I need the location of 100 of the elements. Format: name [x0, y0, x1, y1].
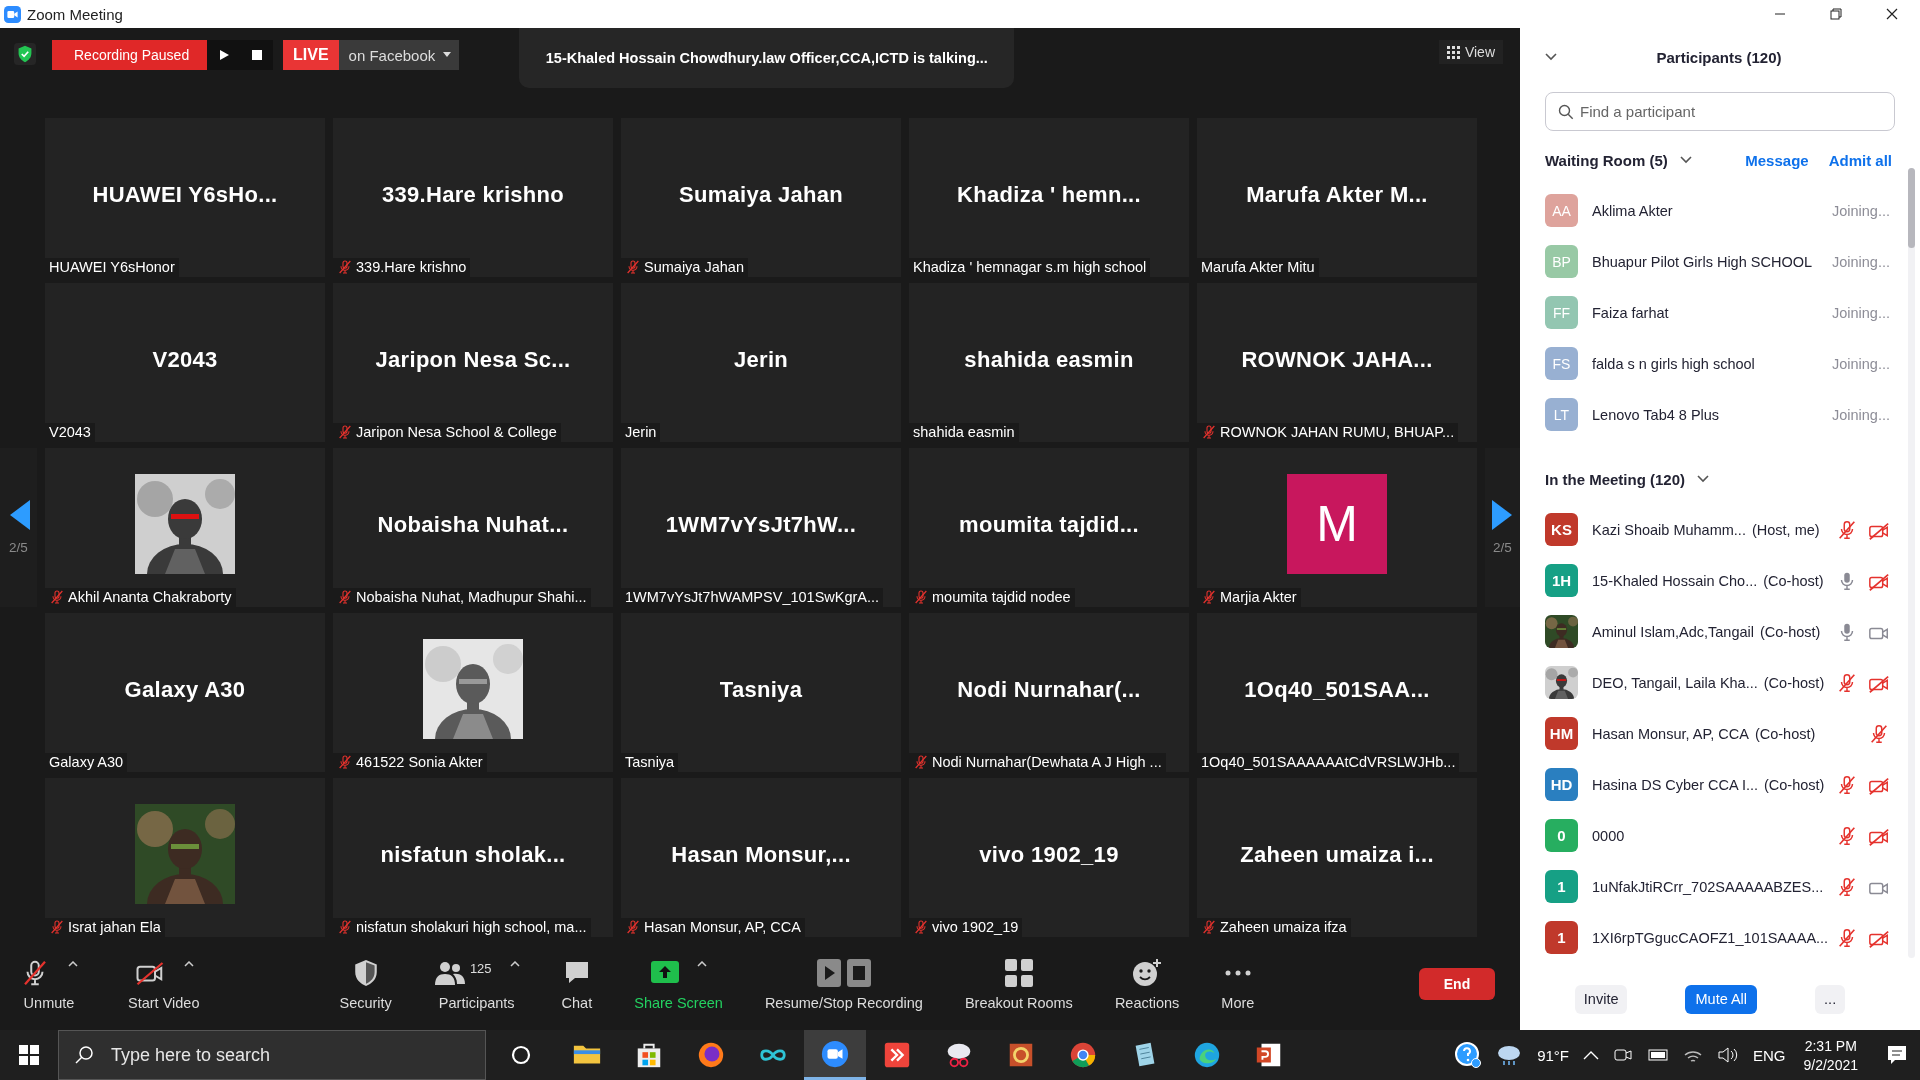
breakout-button[interactable]: Breakout Rooms: [964, 956, 1073, 1011]
avatar: FS: [1545, 347, 1578, 380]
participant-count: 125: [469, 960, 492, 976]
participant-label: nisfatun sholakuri high school, ma...: [356, 919, 587, 935]
avatar: M: [1287, 473, 1387, 574]
participant-name: 339.Hare krishno: [381, 181, 565, 208]
participant-label: 1Oq40_501SAAAAAAtCdVRSLWJHb...: [1201, 754, 1456, 770]
chevron-up-icon[interactable]: [1583, 1050, 1599, 1060]
caret-icon[interactable]: [68, 960, 78, 967]
caret-icon: [443, 52, 452, 58]
participant-name: HUAWEI Y6sHo...: [92, 181, 278, 208]
chevron-down-icon[interactable]: [1679, 156, 1692, 164]
avatar: HD: [1545, 768, 1578, 801]
shield-check-icon: [14, 43, 36, 65]
taskbar-search-field[interactable]: Type here to search: [58, 1030, 486, 1080]
record-button[interactable]: Resume/Stop Recording: [764, 956, 923, 1011]
participant-name: Nobaisha Nuhat...: [377, 511, 569, 538]
clock-date[interactable]: 9/2/2021: [1803, 1056, 1858, 1073]
participants-button[interactable]: 125 Participants: [433, 956, 520, 1011]
status-label: Joining...: [1831, 355, 1890, 372]
caret-icon[interactable]: [509, 960, 520, 967]
role-label: (Co-host): [1754, 725, 1816, 742]
participant-name: Hasan Monsur,...: [671, 841, 851, 868]
chat-button[interactable]: Chat: [561, 956, 593, 1011]
battery-icon[interactable]: [1647, 1048, 1669, 1062]
role-label: (Co-host): [1760, 623, 1821, 640]
muted-mic-icon: [337, 589, 353, 605]
avatar: AA: [1545, 194, 1578, 227]
cortana-ring-icon[interactable]: [511, 1045, 531, 1065]
recording-paused-button[interactable]: Recording Paused: [52, 40, 207, 70]
end-button[interactable]: End: [1419, 967, 1495, 1000]
muted-mic-icon: [49, 589, 65, 605]
panel-title: Participants (120): [1655, 48, 1783, 66]
participant-name: Kazi Shoaib Muhamm...: [1592, 521, 1746, 538]
participant-name: vivo 1902_19: [979, 841, 1119, 868]
muted-mic-icon: [1201, 424, 1217, 440]
participant-name: falda s n girls high school: [1592, 355, 1755, 372]
mute-all-button[interactable]: Mute All: [1685, 984, 1758, 1014]
language-indicator[interactable]: ENG: [1753, 1046, 1786, 1064]
swirl-browser-icon: [1192, 1040, 1222, 1070]
muted-mic-icon: [913, 919, 929, 935]
muted-mic-icon: [337, 424, 353, 440]
role-label: (Co-host): [1764, 776, 1825, 793]
section-title: In the Meeting (120): [1545, 470, 1686, 488]
reactions-button[interactable]: Reactions: [1114, 956, 1180, 1011]
unmute-button[interactable]: Unmute: [20, 956, 78, 1011]
caret-icon[interactable]: [696, 960, 707, 967]
share-button[interactable]: Share Screen: [634, 956, 723, 1011]
video-button[interactable]: Start Video: [128, 956, 200, 1011]
restore-icon[interactable]: [1828, 6, 1844, 22]
participant-label: Nodi Nurnahar(Dewhata A J High ...: [932, 754, 1162, 770]
message-link[interactable]: Message: [1745, 151, 1809, 169]
admit-all-link[interactable]: Admit all: [1828, 151, 1892, 169]
more-options-button[interactable]: ...: [1815, 984, 1846, 1014]
participant-name: ROWNOK JAHA...: [1241, 346, 1433, 373]
search-field[interactable]: Find a participant: [1545, 92, 1895, 131]
caret-icon[interactable]: [183, 960, 194, 967]
close-icon[interactable]: [1884, 6, 1900, 22]
scrollbar-thumb[interactable]: [1908, 168, 1915, 248]
help-icon[interactable]: [1455, 1042, 1482, 1068]
participant-name: Nodi Nurnahar(...: [957, 676, 1141, 703]
avatar: 1: [1545, 921, 1578, 954]
grid-icon: [1446, 45, 1460, 59]
participant-name: V2043: [152, 346, 218, 373]
muted-mic-icon: [913, 754, 929, 770]
participant-name: Faiza farhat: [1592, 304, 1669, 321]
taskbar-app[interactable]: [804, 1030, 866, 1080]
participant-name: Tasniya: [719, 676, 803, 703]
participant-label: vivo 1902_19: [932, 919, 1019, 935]
participant-name: Aklima Akter: [1592, 202, 1673, 219]
notifications-icon[interactable]: [1886, 1044, 1908, 1066]
chevron-down-icon[interactable]: [1697, 475, 1710, 483]
status-label: Joining...: [1831, 304, 1890, 321]
participant-label: 1WM7vYsJt7hWAMPSV_101SwKgrA...: [625, 589, 880, 605]
clock-time[interactable]: 2:31 PM: [1804, 1037, 1857, 1054]
role-label: (Host, me): [1751, 521, 1820, 538]
invite-button[interactable]: Invite: [1574, 984, 1628, 1014]
avatar: 1: [1545, 870, 1578, 903]
avatar: BP: [1545, 245, 1578, 278]
next-page-icon[interactable]: [1491, 500, 1514, 530]
video-camera-icon: [820, 1038, 850, 1069]
search-icon: [74, 1045, 94, 1065]
live-target-dropdown[interactable]: on Facebook: [338, 40, 460, 70]
security-button[interactable]: Security: [339, 956, 392, 1011]
view-button[interactable]: View: [1438, 40, 1503, 64]
stop-button[interactable]: [240, 40, 273, 70]
status-label: Joining...: [1831, 253, 1890, 270]
muted-mic-icon: [913, 589, 929, 605]
page-indicator: 2/5: [1493, 540, 1512, 555]
participant-name: Sumaiya Jahan: [678, 181, 844, 208]
resume-button[interactable]: [207, 40, 240, 70]
speaker-icon[interactable]: [1717, 1046, 1739, 1064]
participant-name: Lenovo Tab4 8 Plus: [1592, 406, 1720, 423]
more-button[interactable]: More: [1221, 956, 1255, 1011]
participant-label: Galaxy A30: [49, 754, 124, 770]
collapse-chevron-icon[interactable]: [1544, 52, 1558, 62]
status-label: Joining...: [1831, 406, 1890, 423]
windows-start-icon[interactable]: [19, 1045, 39, 1065]
participant-label: 461522 Sonia Akter: [356, 754, 483, 770]
talking-banner: 15-Khaled Hossain Chowdhury.law Officer,CCA,ICTD is talking...: [519, 28, 1015, 88]
